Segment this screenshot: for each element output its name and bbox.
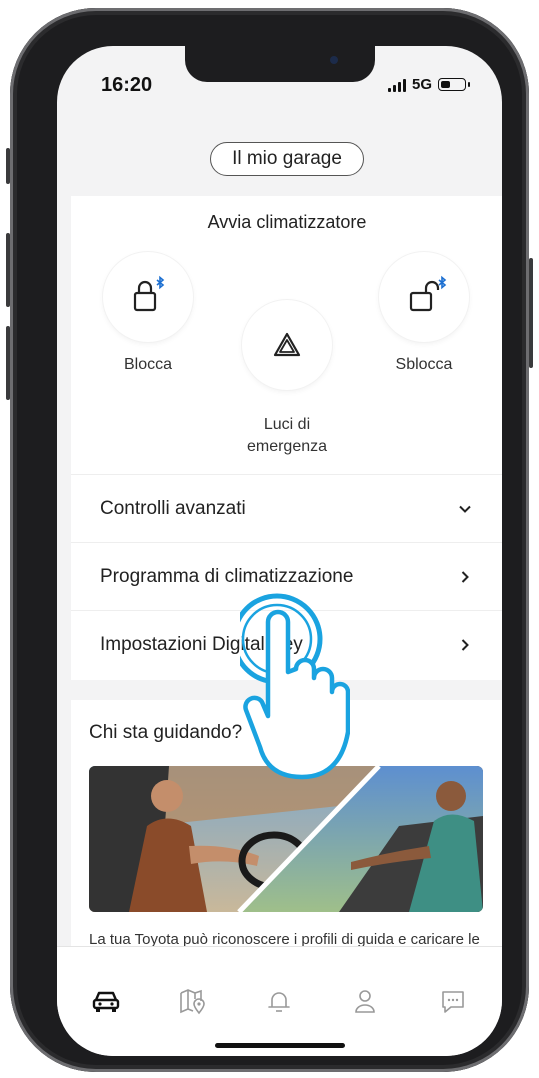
lock-open-bluetooth-icon (409, 275, 447, 312)
chevron-right-icon (461, 638, 469, 651)
app-screen: 16:20 5G Il mio garage Avvia climatizzat… (57, 46, 502, 1056)
hazard-lights-label: Luci di emergenza (246, 416, 328, 455)
home-indicator (215, 1043, 345, 1048)
signal-icon (387, 78, 406, 92)
climate-schedule-label: Programma di climatizzazione (100, 565, 354, 587)
driver-card-title: Chi sta guidando? (89, 722, 243, 743)
lock-closed-bluetooth-icon (133, 275, 165, 312)
notch (185, 46, 375, 82)
profile-icon[interactable] (349, 985, 381, 1017)
volume-down-button (6, 326, 10, 400)
my-garage-button[interactable]: Il mio garage (210, 142, 364, 176)
status-indicators: 5G (387, 76, 470, 93)
hazard-lights-button[interactable] (242, 300, 332, 390)
map-pin-icon[interactable] (177, 985, 209, 1017)
driver-photo (89, 766, 483, 912)
unlock-label: Sblocca (395, 356, 453, 373)
lock-button[interactable] (103, 252, 193, 342)
hazard-triangle-icon (273, 332, 301, 357)
phone-frame: 16:20 5G Il mio garage Avvia climatizzat… (6, 8, 533, 1072)
lock-label: Blocca (123, 356, 173, 373)
start-climate-title[interactable]: Avvia climatizzatore (71, 212, 502, 233)
status-time: 16:20 (101, 74, 153, 96)
car-icon[interactable] (90, 985, 122, 1017)
network-label: 5G (411, 76, 432, 93)
tap-hand-icon (240, 593, 350, 780)
chevron-down-icon (459, 505, 471, 513)
chat-icon[interactable] (437, 985, 469, 1017)
advanced-controls-label: Controlli avanzati (100, 497, 246, 519)
unlock-button[interactable] (379, 252, 469, 342)
advanced-controls-row[interactable]: Controlli avanzati (71, 474, 502, 542)
battery-icon (438, 78, 470, 91)
chevron-right-icon (461, 570, 469, 583)
mute-switch (6, 148, 10, 184)
volume-up-button (6, 233, 10, 307)
bottom-tab-bar (57, 946, 502, 1056)
bell-icon[interactable] (263, 985, 295, 1017)
power-button (529, 258, 533, 368)
